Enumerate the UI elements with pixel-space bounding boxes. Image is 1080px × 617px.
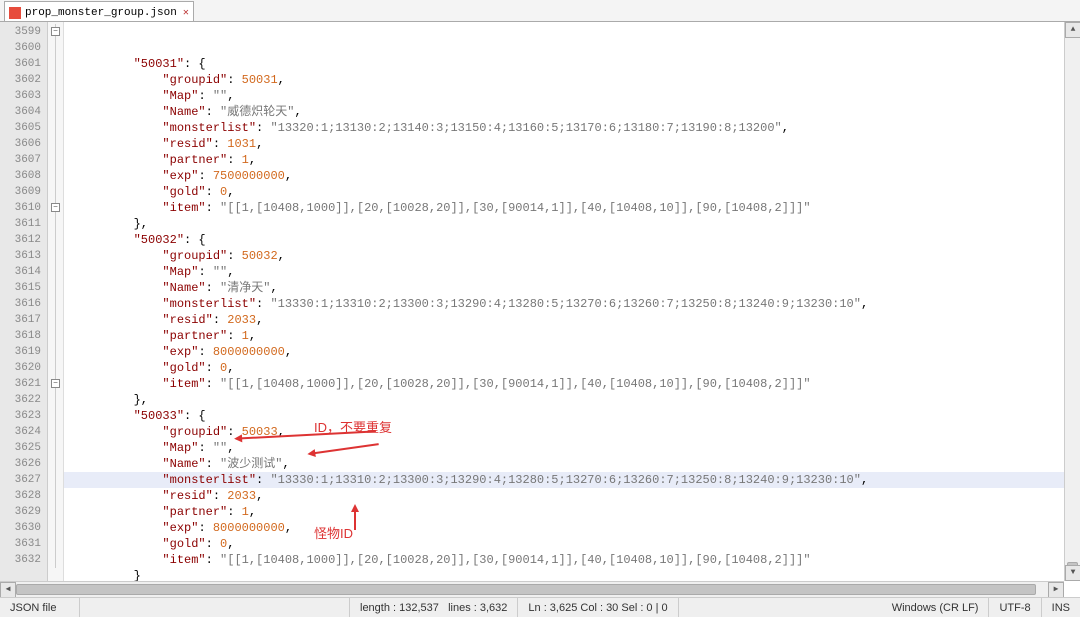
code-line[interactable]: }, (64, 392, 1080, 408)
code-line[interactable]: "Map": "", (64, 440, 1080, 456)
file-icon (9, 7, 21, 19)
line-number: 3618 (0, 328, 41, 344)
scroll-left-icon[interactable]: ◀ (0, 582, 16, 597)
line-number: 3603 (0, 88, 41, 104)
status-length: length : 132,537 (360, 602, 439, 614)
line-number-gutter: 3599360036013602360336043605360636073608… (0, 22, 48, 597)
code-line[interactable]: "partner": 1, (64, 504, 1080, 520)
line-number: 3625 (0, 440, 41, 456)
code-line[interactable]: "exp": 7500000000, (64, 168, 1080, 184)
code-line[interactable]: "groupid": 50032, (64, 248, 1080, 264)
code-line[interactable]: "partner": 1, (64, 328, 1080, 344)
line-number: 3616 (0, 296, 41, 312)
code-line[interactable]: "item": "[[1,[10408,1000]],[20,[10028,20… (64, 200, 1080, 216)
vertical-scrollbar[interactable]: ▲ ▼ (1064, 22, 1080, 581)
line-number: 3629 (0, 504, 41, 520)
code-line[interactable]: "Name": "威德炽轮天", (64, 104, 1080, 120)
line-number: 3630 (0, 520, 41, 536)
code-line[interactable]: "monsterlist": "13320:1;13130:2;13140:3;… (64, 120, 1080, 136)
fold-toggle[interactable]: − (51, 379, 60, 388)
code-line[interactable]: "Map": "", (64, 88, 1080, 104)
line-number: 3626 (0, 456, 41, 472)
code-line[interactable]: "groupid": 50031, (64, 72, 1080, 88)
line-number: 3620 (0, 360, 41, 376)
code-line[interactable]: "50031": { (64, 56, 1080, 72)
line-number: 3606 (0, 136, 41, 152)
line-number: 3627 (0, 472, 41, 488)
code-line[interactable]: "50032": { (64, 232, 1080, 248)
status-filetype: JSON file (0, 598, 80, 617)
scroll-up-icon[interactable]: ▲ (1065, 22, 1080, 38)
line-number: 3615 (0, 280, 41, 296)
editor-area[interactable]: 3599360036013602360336043605360636073608… (0, 22, 1080, 597)
fold-gutter[interactable]: − − − (48, 22, 64, 597)
code-line[interactable]: "partner": 1, (64, 152, 1080, 168)
line-number: 3611 (0, 216, 41, 232)
line-number: 3608 (0, 168, 41, 184)
code-line[interactable]: "item": "[[1,[10408,1000]],[20,[10028,20… (64, 552, 1080, 568)
code-line[interactable]: "resid": 1031, (64, 136, 1080, 152)
scroll-right-icon[interactable]: ▶ (1048, 582, 1064, 597)
fold-toggle[interactable]: − (51, 203, 60, 212)
line-number: 3599 (0, 24, 41, 40)
line-number: 3621 (0, 376, 41, 392)
file-tab[interactable]: prop_monster_group.json ✕ (4, 1, 194, 21)
code-line[interactable]: "item": "[[1,[10408,1000]],[20,[10028,20… (64, 376, 1080, 392)
code-line[interactable]: "50033": { (64, 408, 1080, 424)
code-line[interactable]: "groupid": 50033, (64, 424, 1080, 440)
scroll-down-icon[interactable]: ▼ (1065, 565, 1080, 581)
line-number: 3623 (0, 408, 41, 424)
line-number: 3605 (0, 120, 41, 136)
code-line[interactable]: "resid": 2033, (64, 488, 1080, 504)
status-position: Ln : 3,625 Col : 30 Sel : 0 | 0 (518, 598, 678, 617)
line-number: 3601 (0, 56, 41, 72)
scroll-thumb[interactable] (16, 584, 1036, 595)
line-number: 3614 (0, 264, 41, 280)
line-number: 3617 (0, 312, 41, 328)
code-line[interactable]: "exp": 8000000000, (64, 520, 1080, 536)
line-number: 3602 (0, 72, 41, 88)
line-number: 3622 (0, 392, 41, 408)
line-number: 3610 (0, 200, 41, 216)
line-number: 3612 (0, 232, 41, 248)
line-number: 3600 (0, 40, 41, 56)
line-number: 3609 (0, 184, 41, 200)
line-number: 3632 (0, 552, 41, 568)
code-line[interactable]: "gold": 0, (64, 536, 1080, 552)
status-bar: JSON file length : 132,537 lines : 3,632… (0, 597, 1080, 617)
code-line[interactable]: "resid": 2033, (64, 312, 1080, 328)
code-line[interactable]: "Name": "波少测试", (64, 456, 1080, 472)
code-line[interactable]: "Name": "清净天", (64, 280, 1080, 296)
code-line[interactable]: "gold": 0, (64, 184, 1080, 200)
line-number: 3613 (0, 248, 41, 264)
line-number: 3604 (0, 104, 41, 120)
close-icon[interactable]: ✕ (183, 7, 189, 19)
horizontal-scrollbar[interactable]: ◀ ▶ (0, 581, 1064, 597)
code-line[interactable]: }, (64, 216, 1080, 232)
status-eol: Windows (CR LF) (882, 598, 990, 617)
line-number: 3607 (0, 152, 41, 168)
code-line[interactable]: "monsterlist": "13330:1;13310:2;13300:3;… (64, 472, 1080, 488)
code-line[interactable]: "Map": "", (64, 264, 1080, 280)
tab-filename: prop_monster_group.json (25, 7, 177, 19)
line-number: 3628 (0, 488, 41, 504)
status-mode: INS (1042, 598, 1080, 617)
code-content[interactable]: "50031": { "groupid": 50031, "Map": "", … (64, 22, 1080, 597)
tab-bar: prop_monster_group.json ✕ (0, 0, 1080, 22)
code-line[interactable]: "exp": 8000000000, (64, 344, 1080, 360)
status-lines: lines : 3,632 (448, 602, 507, 614)
code-line[interactable]: "monsterlist": "13330:1;13310:2;13300:3;… (64, 296, 1080, 312)
fold-toggle[interactable]: − (51, 27, 60, 36)
code-line[interactable]: "gold": 0, (64, 360, 1080, 376)
line-number: 3631 (0, 536, 41, 552)
line-number: 3619 (0, 344, 41, 360)
status-encoding: UTF-8 (989, 598, 1041, 617)
line-number: 3624 (0, 424, 41, 440)
